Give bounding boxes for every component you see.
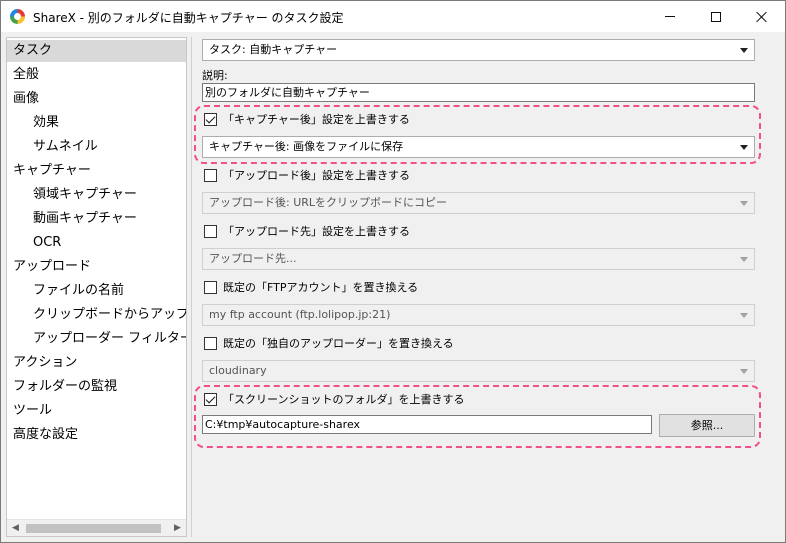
override-upload-destination-label: 「アップロード先」設定を上書きする — [223, 225, 410, 238]
nav-item-screen-recording[interactable]: 動画キャプチャー — [7, 208, 186, 230]
nav-item-file-naming[interactable]: ファイルの名前 — [7, 280, 186, 302]
close-button[interactable] — [739, 1, 785, 32]
chevron-down-icon — [740, 313, 748, 318]
nav-item-capture[interactable]: キャプチャー — [7, 160, 186, 182]
override-after-upload-checkbox[interactable]: 「アップロード後」設定を上書きする — [204, 167, 410, 183]
upload-destination-select-value: アップロード先... — [209, 252, 297, 265]
description-label: 説明: — [202, 69, 228, 82]
override-upload-destination-checkbox[interactable]: 「アップロード先」設定を上書きする — [204, 223, 410, 239]
chevron-down-icon — [740, 257, 748, 262]
highlight-after-capture-group — [194, 105, 761, 164]
maximize-icon — [711, 11, 721, 22]
nav-item-upload[interactable]: アップロード — [7, 256, 186, 278]
nav-item-effects[interactable]: 効果 — [7, 112, 186, 134]
nav-item-uploader-filters[interactable]: アップローダー フィルター: — [7, 328, 186, 350]
nav-item-watch-folders[interactable]: フォルダーの監視 — [7, 376, 186, 398]
nav-item-image[interactable]: 画像 — [7, 88, 186, 110]
checkbox-unchecked-icon[interactable] — [204, 224, 217, 238]
highlight-screenshot-folder-group — [194, 385, 761, 448]
override-after-upload-label: 「アップロード後」設定を上書きする — [223, 169, 410, 182]
nav-item-advanced[interactable]: 高度な設定 — [7, 424, 186, 446]
sharex-app-icon — [10, 9, 25, 24]
chevron-down-icon — [740, 369, 748, 374]
custom-uploader-select: cloudinary — [202, 360, 755, 382]
nav-item-clipboard-upload[interactable]: クリップボードからアップロー — [7, 304, 186, 326]
nav-item-actions[interactable]: アクション — [7, 352, 186, 374]
settings-nav-tree: タスク 全般 画像 効果 サムネイル キャプチャー 領域キャプチャー 動画キャプ… — [6, 37, 187, 537]
replace-ftp-account-label: 既定の「FTPアカウント」を置き換える — [223, 281, 419, 294]
replace-custom-uploader-checkbox[interactable]: 既定の「独自のアップローダー」を置き換える — [204, 335, 454, 351]
window-title: ShareX - 別のフォルダに自動キャプチャー のタスク設定 — [33, 11, 344, 25]
description-input[interactable]: 別のフォルダに自動キャプチャー — [202, 83, 755, 102]
nav-item-task[interactable]: タスク — [7, 40, 186, 62]
checkbox-unchecked-icon[interactable] — [204, 280, 217, 294]
sidebar-horizontal-scrollbar[interactable]: ◀ ▶ — [7, 519, 186, 536]
nav-item-tools[interactable]: ツール — [7, 400, 186, 422]
ftp-account-select: my ftp account (ftp.lolipop.jp:21) — [202, 304, 755, 326]
scrollbar-thumb[interactable] — [26, 524, 161, 533]
nav-item-general[interactable]: 全般 — [7, 64, 186, 86]
custom-uploader-select-value: cloudinary — [209, 364, 267, 377]
chevron-down-icon — [740, 48, 748, 53]
replace-ftp-account-checkbox[interactable]: 既定の「FTPアカウント」を置き換える — [204, 279, 418, 295]
minimize-button[interactable] — [647, 1, 693, 32]
close-icon — [756, 11, 768, 23]
after-upload-select-value: アップロード後: URLをクリップボードにコピー — [209, 196, 448, 209]
pane-splitter[interactable] — [191, 37, 192, 537]
chevron-down-icon — [740, 201, 748, 206]
checkbox-unchecked-icon[interactable] — [204, 168, 217, 182]
title-bar: ShareX - 別のフォルダに自動キャプチャー のタスク設定 — [1, 1, 785, 32]
ftp-account-select-value: my ftp account (ftp.lolipop.jp:21) — [209, 308, 391, 321]
upload-destination-select: アップロード先... — [202, 248, 755, 270]
scroll-right-icon[interactable]: ▶ — [169, 520, 186, 537]
task-settings-window: ShareX - 別のフォルダに自動キャプチャー のタスク設定 タスク 全般 画… — [0, 0, 786, 543]
task-select-value: タスク: 自動キャプチャー — [209, 43, 338, 56]
nav-item-ocr[interactable]: OCR — [7, 232, 186, 254]
after-upload-select: アップロード後: URLをクリップボードにコピー — [202, 192, 755, 214]
checkbox-unchecked-icon[interactable] — [204, 336, 217, 350]
nav-item-region-capture[interactable]: 領域キャプチャー — [7, 184, 186, 206]
replace-custom-uploader-label: 既定の「独自のアップローダー」を置き換える — [223, 337, 454, 350]
minimize-icon — [665, 16, 675, 17]
task-select[interactable]: タスク: 自動キャプチャー — [202, 39, 755, 61]
nav-item-thumbnail[interactable]: サムネイル — [7, 136, 186, 158]
scroll-left-icon[interactable]: ◀ — [7, 520, 24, 537]
maximize-button[interactable] — [693, 1, 739, 32]
